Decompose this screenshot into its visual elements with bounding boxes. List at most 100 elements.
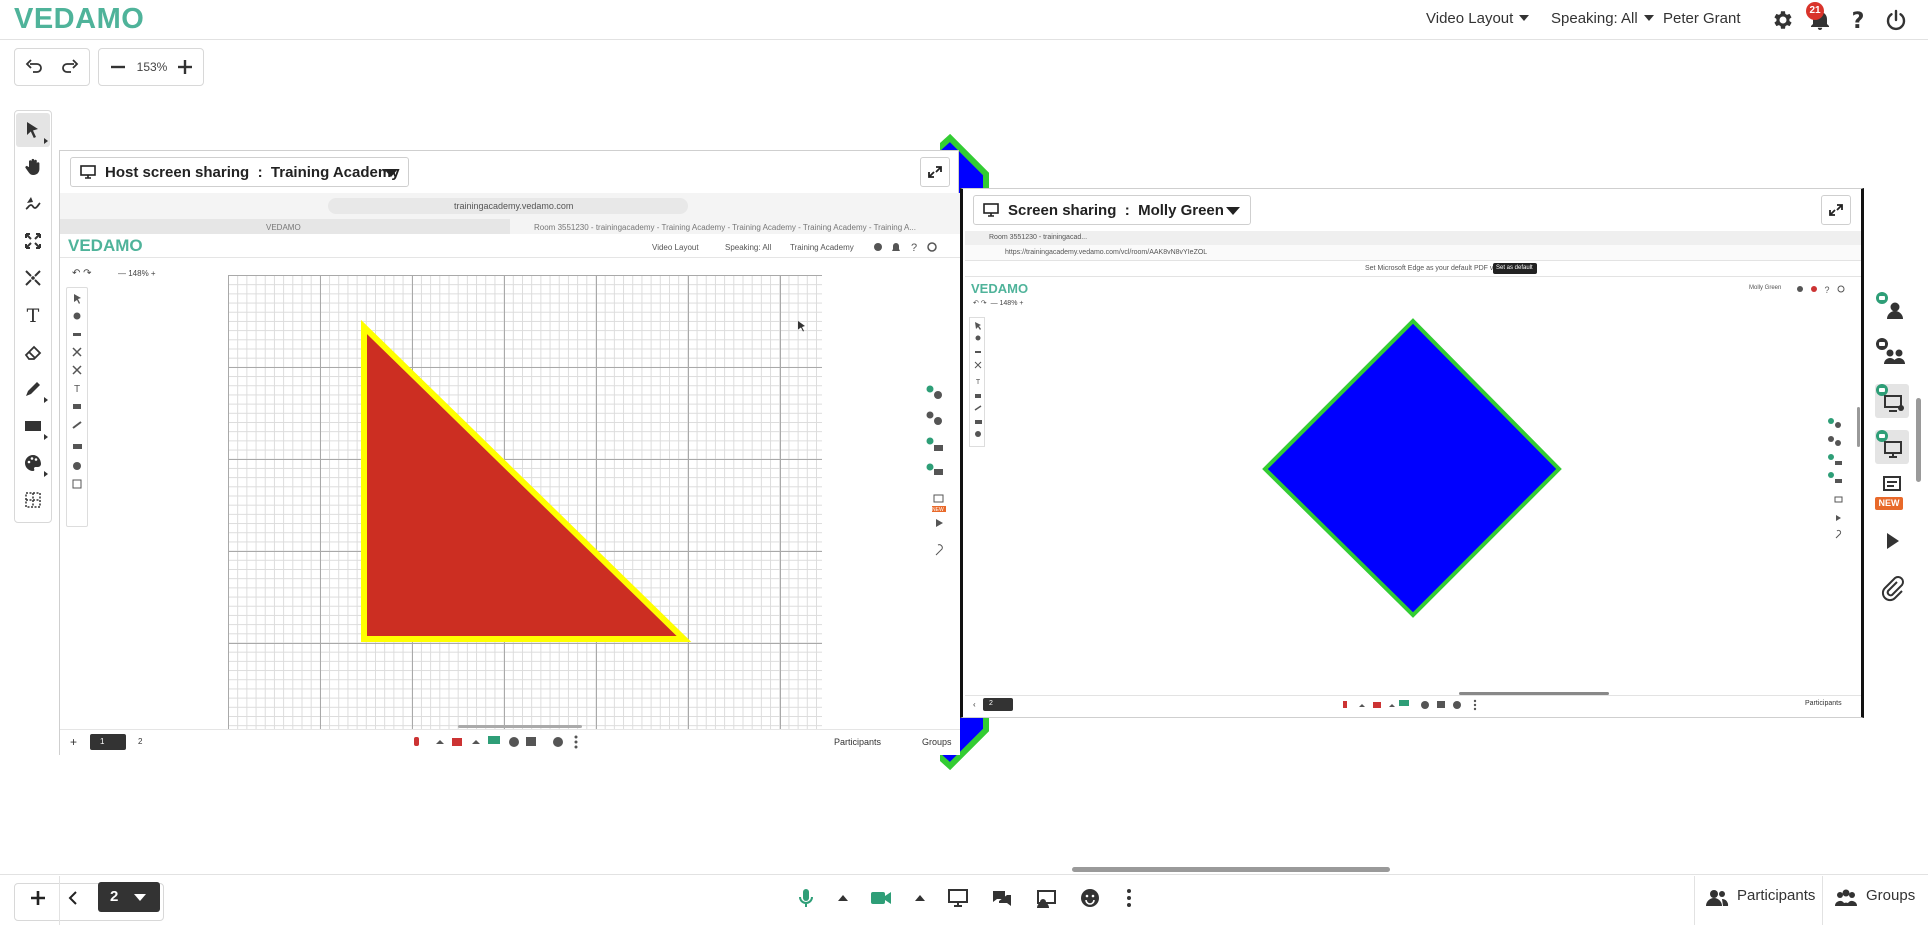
zoom-level: 153% xyxy=(136,60,168,74)
previous-page-button[interactable] xyxy=(62,886,86,910)
drawing-toolbar: T xyxy=(14,110,52,523)
power-icon[interactable] xyxy=(1884,8,1908,32)
page-selector[interactable]: 2 xyxy=(98,882,160,912)
select-tool[interactable] xyxy=(16,113,50,147)
inner-page: 2 xyxy=(989,700,993,707)
camera-icon[interactable] xyxy=(869,886,893,910)
inner-logo: VEDAMO xyxy=(971,281,1029,296)
emoji-icon[interactable] xyxy=(1078,886,1102,910)
add-page-button[interactable] xyxy=(26,886,50,910)
groups-button[interactable]: Groups xyxy=(1866,887,1915,904)
participants-icon[interactable] xyxy=(1705,886,1729,910)
pen-tool[interactable] xyxy=(16,372,50,406)
zoom-in-icon[interactable] xyxy=(174,56,196,78)
host-share-dropdown[interactable]: Host screen sharing : Training Academy xyxy=(70,157,409,187)
zoom-out-icon[interactable] xyxy=(107,56,129,78)
group-video-button[interactable] xyxy=(1875,338,1909,372)
breakout-rooms-icon[interactable] xyxy=(1034,886,1058,910)
host-screen-share-window: Host screen sharing : Training Academy t… xyxy=(59,150,960,755)
text-tool[interactable]: T xyxy=(16,298,50,332)
svg-text:T: T xyxy=(74,384,80,395)
inner-toolbar: T xyxy=(969,317,985,447)
eraser-icon xyxy=(24,345,42,360)
horizontal-scrollbar[interactable] xyxy=(1072,867,1390,872)
inner-url: https://trainingacademy.vedamo.com/vcl/r… xyxy=(1005,249,1208,256)
inner-tab-1: VEDAMO xyxy=(266,223,301,232)
zoom-controls: 153% xyxy=(98,48,204,86)
help-icon[interactable]: ? xyxy=(1846,8,1870,32)
molly-share-name: Molly Green xyxy=(1138,202,1224,219)
inner-logo: VEDAMO xyxy=(68,236,143,255)
screen-share-panel-button-2[interactable] xyxy=(1875,430,1909,464)
attachment-icon[interactable] xyxy=(1875,570,1909,604)
inner-user: Molly Green xyxy=(1749,285,1782,291)
chevron-down-icon xyxy=(134,894,146,901)
screen-share-icon[interactable] xyxy=(946,886,970,910)
expand-tool[interactable] xyxy=(16,261,50,295)
more-icon[interactable] xyxy=(1117,886,1141,910)
microphone-icon[interactable] xyxy=(794,886,818,910)
set-default-button: Set as default xyxy=(1496,265,1533,271)
inner-toolbar: T xyxy=(66,287,88,527)
inner-groups: Groups xyxy=(922,737,952,747)
chevron-down-icon xyxy=(1226,207,1240,215)
groups-icon[interactable] xyxy=(1834,886,1858,910)
palette-tool[interactable] xyxy=(16,446,50,480)
fit-icon xyxy=(25,233,41,249)
molly-share-dropdown[interactable]: Screen sharing : Molly Green xyxy=(973,195,1251,225)
host-share-name: Training Academy xyxy=(270,164,400,181)
cursor-icon xyxy=(798,321,805,332)
screen-share-panel-button[interactable] xyxy=(1875,384,1909,418)
user-name[interactable]: Peter Grant xyxy=(1663,10,1741,27)
host-share-content: trainingacademy.vedamo.com VEDAMO Room 3… xyxy=(60,193,960,755)
svg-text:?: ? xyxy=(1852,9,1865,32)
molly-share-title: Screen sharing xyxy=(1008,202,1117,219)
monitor-icon xyxy=(983,203,999,217)
mic-options-caret[interactable] xyxy=(836,893,850,903)
chevron-down-icon xyxy=(1519,15,1530,21)
play-button[interactable] xyxy=(1875,524,1909,558)
vertical-scrollbar[interactable] xyxy=(1916,398,1921,482)
pointer-tool[interactable] xyxy=(16,187,50,221)
svg-text:?: ? xyxy=(911,242,917,253)
new-badge: NEW xyxy=(1875,497,1903,510)
chevron-down-icon xyxy=(384,169,398,177)
inner-participants: Participants xyxy=(1805,700,1842,707)
shape-icon xyxy=(25,421,41,431)
eraser-tool[interactable] xyxy=(16,335,50,369)
triangle-shape xyxy=(361,319,692,642)
inner-tab-2: Room 3551230 - trainingacademy - Trainin… xyxy=(534,223,916,232)
hand-tool[interactable] xyxy=(16,150,50,184)
host-share-expand-button[interactable] xyxy=(920,157,950,187)
video-layout-dropdown[interactable]: Video Layout xyxy=(1426,10,1530,27)
user-video-button[interactable] xyxy=(1875,292,1909,326)
video-layout-label: Video Layout xyxy=(1426,10,1514,27)
inner-header-icons: ? xyxy=(874,242,937,253)
gear-icon[interactable] xyxy=(1770,8,1794,32)
inner-participants: Participants xyxy=(834,737,882,747)
inner-header-icons: ? xyxy=(1797,285,1845,294)
undo-icon[interactable] xyxy=(23,56,45,78)
fullscreen-icon xyxy=(1829,204,1843,216)
participants-button[interactable]: Participants xyxy=(1737,887,1815,904)
grid-icon xyxy=(25,492,41,508)
inner-zoom: 148% xyxy=(999,300,1018,307)
inner-page-current: 1 xyxy=(100,737,105,746)
hand-icon xyxy=(25,158,40,175)
history-controls xyxy=(14,48,90,86)
grid-tool[interactable] xyxy=(16,483,50,517)
separator: : xyxy=(1124,202,1130,219)
chat-icon[interactable] xyxy=(990,886,1014,910)
diamond-shape xyxy=(1262,318,1562,618)
speaking-dropdown[interactable]: Speaking: All xyxy=(1551,10,1654,27)
fit-tool[interactable] xyxy=(16,224,50,258)
svg-text:T: T xyxy=(976,379,981,386)
shape-tool[interactable] xyxy=(16,409,50,443)
redo-icon[interactable] xyxy=(59,56,81,78)
speaking-label: Speaking: All xyxy=(1551,10,1638,27)
inner-user: Training Academy xyxy=(790,243,854,252)
camera-options-caret[interactable] xyxy=(913,893,927,903)
notification-badge: 21 xyxy=(1806,2,1824,20)
molly-share-expand-button[interactable] xyxy=(1821,195,1851,225)
select-icon xyxy=(27,122,38,138)
